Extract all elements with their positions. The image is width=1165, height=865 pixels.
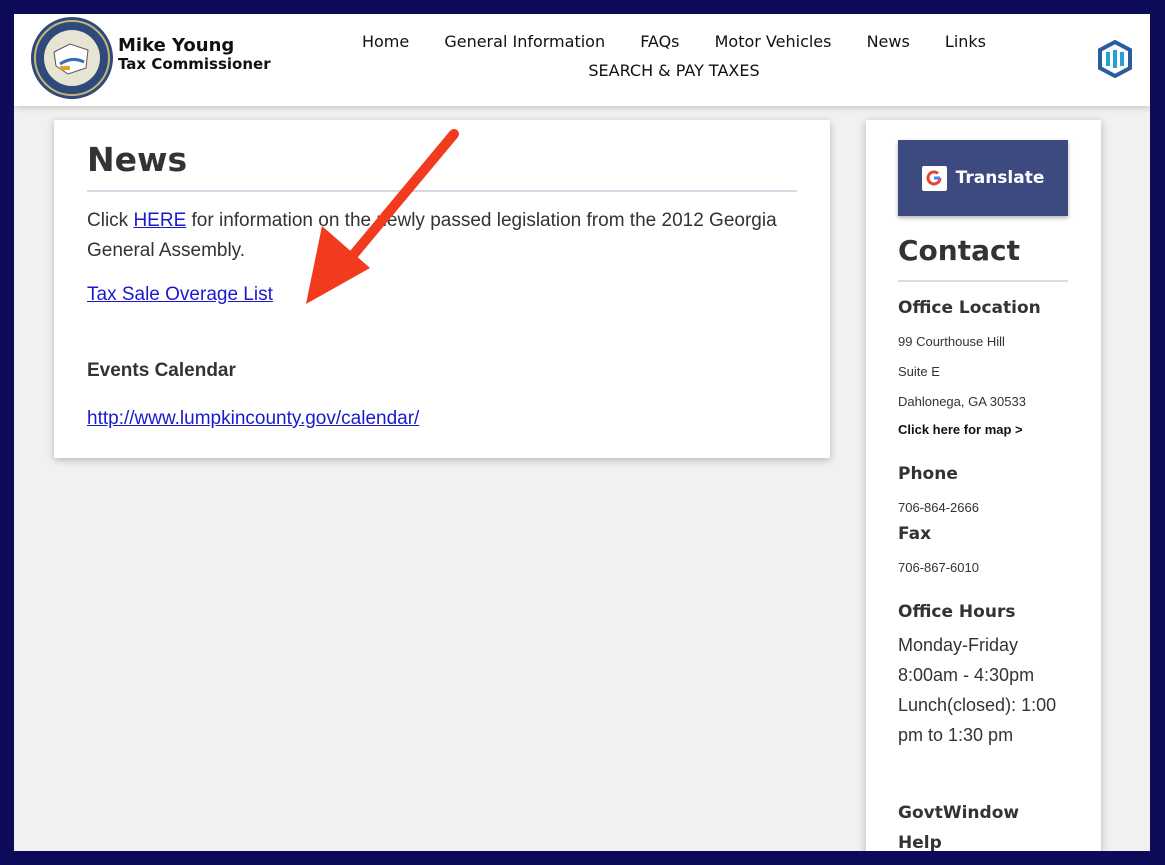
contact-divider [898,280,1068,282]
office-location-heading: Office Location [898,298,1041,318]
nav-home[interactable]: Home [362,32,409,51]
nav-links[interactable]: Links [945,32,986,51]
brand-title: Mike Young [118,35,235,56]
brand-name[interactable]: Mike Young Tax Commissioner [118,36,271,74]
legislation-paragraph: Click HERE for information on the newly … [87,206,797,266]
here-link[interactable]: HERE [133,210,186,231]
fax-number: 706-867-6010 [898,560,979,575]
news-card: News Click HERE for information on the n… [54,120,830,458]
translate-label: Translate [955,168,1045,188]
brand-subtitle: Tax Commissioner [118,55,271,73]
nav-search-pay-taxes[interactable]: SEARCH & PAY TAXES [588,61,759,80]
translate-button[interactable]: Translate [898,140,1068,216]
address-line-1: 99 Courthouse Hill [898,334,1005,349]
office-hours-heading: Office Hours [898,602,1016,622]
para-prefix: Click [87,210,134,231]
nav-motor-vehicles[interactable]: Motor Vehicles [715,32,832,51]
fax-heading: Fax [898,524,932,544]
map-link[interactable]: Click here for map > [898,422,1023,437]
tax-sale-overage-link[interactable]: Tax Sale Overage List [87,284,273,306]
nav-faqs[interactable]: FAQs [640,32,679,51]
govtwindow-logo-icon[interactable] [1096,39,1134,79]
address-line-3: Dahlonega, GA 30533 [898,394,1026,409]
page-title: News [87,140,188,179]
phone-heading: Phone [898,464,958,484]
phone-number: 706-864-2666 [898,500,979,515]
events-calendar-heading: Events Calendar [87,360,236,381]
title-divider [87,190,797,192]
govtwindow-help-heading: GovtWindow Help [898,803,1020,851]
lumpkin-county-seal-icon[interactable] [30,16,114,100]
calendar-link[interactable]: http://www.lumpkincounty.gov/calendar/ [87,408,419,430]
google-icon [921,165,947,191]
main-nav: Home General Information FAQs Motor Vehi… [314,32,1034,80]
browser-viewport: Mike Young Tax Commissioner Home General… [14,14,1150,851]
contact-title: Contact [898,234,1020,267]
contact-sidebar: Translate Contact Office Location 99 Cou… [866,120,1101,851]
office-hours-text: Monday-Friday 8:00am - 4:30pm Lunch(clos… [898,635,1057,745]
para-suffix: for information on the newly passed legi… [87,210,777,261]
site-header: Mike Young Tax Commissioner Home General… [14,14,1150,106]
nav-general-information[interactable]: General Information [444,32,605,51]
address-line-2: Suite E [898,364,940,379]
nav-news[interactable]: News [867,32,910,51]
